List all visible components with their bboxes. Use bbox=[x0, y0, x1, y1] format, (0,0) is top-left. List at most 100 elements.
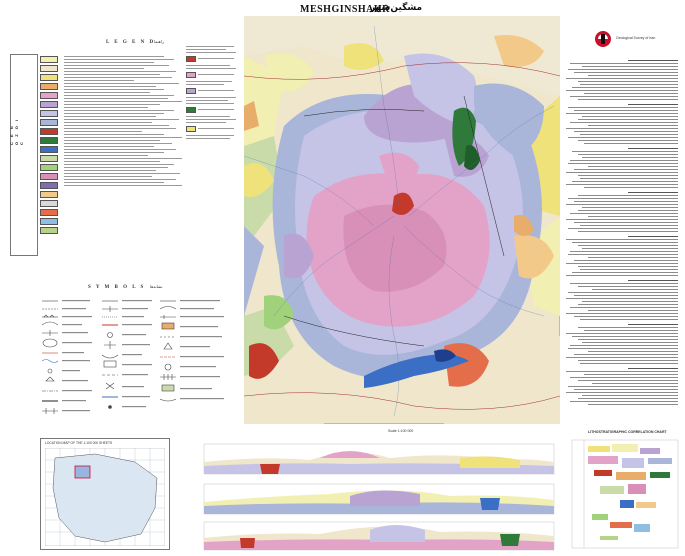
text-line bbox=[574, 201, 678, 202]
text-line bbox=[592, 289, 678, 290]
text-line bbox=[568, 163, 678, 164]
stratigraphic-column: C E N O Z O I C bbox=[9, 54, 38, 256]
text-line bbox=[566, 357, 678, 358]
text-line bbox=[578, 339, 678, 340]
text-line bbox=[578, 175, 678, 176]
legend-swatch bbox=[40, 56, 58, 63]
legend-swatch bbox=[40, 191, 58, 198]
correlation-chart bbox=[571, 439, 679, 549]
text-line bbox=[628, 104, 678, 105]
text-line bbox=[574, 316, 678, 317]
cross-section-c bbox=[203, 521, 555, 551]
legend-swatch bbox=[40, 101, 58, 108]
text-line bbox=[570, 251, 678, 252]
text-line bbox=[592, 383, 678, 384]
text-line bbox=[574, 222, 678, 223]
text-line bbox=[580, 134, 678, 135]
legend-swatch bbox=[40, 173, 58, 180]
text-line bbox=[588, 404, 678, 405]
text-line bbox=[584, 374, 678, 375]
era-label: C E N O Z O I C bbox=[9, 117, 24, 145]
legend-swatch bbox=[40, 146, 58, 153]
text-line bbox=[578, 154, 678, 155]
text-line bbox=[628, 148, 678, 149]
publisher-name: Geological Survey of Iran bbox=[616, 36, 656, 40]
text-line bbox=[574, 110, 678, 111]
text-line bbox=[566, 90, 678, 91]
text-line bbox=[584, 143, 678, 144]
text-line bbox=[572, 272, 678, 273]
legend-swatch bbox=[40, 164, 58, 171]
text-line bbox=[572, 87, 678, 88]
text-line bbox=[578, 380, 678, 381]
text-line bbox=[582, 116, 678, 117]
text-line bbox=[588, 351, 678, 352]
legend-swatch bbox=[40, 227, 58, 234]
text-line bbox=[570, 401, 678, 402]
text-line bbox=[580, 269, 678, 270]
text-line bbox=[584, 187, 678, 188]
text-line bbox=[574, 260, 678, 261]
legend-swatch bbox=[40, 218, 58, 225]
legend-descriptions bbox=[64, 54, 182, 188]
text-line bbox=[570, 63, 678, 64]
legend-swatch bbox=[40, 74, 58, 81]
text-line bbox=[566, 204, 678, 205]
text-line bbox=[588, 125, 678, 126]
legend-swatch bbox=[40, 209, 58, 216]
correlation-chart-panel: LITHOSTRATIGRAPHIC CORRELATION CHART bbox=[570, 430, 680, 550]
cross-sections bbox=[203, 443, 555, 551]
text-line bbox=[566, 78, 678, 79]
text-line bbox=[566, 128, 678, 129]
text-line bbox=[588, 75, 678, 76]
text-line bbox=[570, 377, 678, 378]
legend-panel: L E G E N D راهنما C E N O Z O I C bbox=[4, 40, 240, 275]
legend-swatch bbox=[40, 110, 58, 117]
text-line bbox=[628, 192, 678, 193]
text-line bbox=[566, 313, 678, 314]
text-line bbox=[566, 275, 678, 276]
correlation-chart-title: LITHOSTRATIGRAPHIC CORRELATION CHART bbox=[588, 430, 667, 434]
text-line bbox=[566, 113, 678, 114]
text-line bbox=[566, 172, 678, 173]
text-line bbox=[588, 166, 678, 167]
text-line bbox=[578, 119, 678, 120]
legend-swatch bbox=[40, 83, 58, 90]
legend-swatch bbox=[40, 65, 58, 72]
text-line bbox=[574, 131, 678, 132]
text-line bbox=[570, 345, 678, 346]
text-line bbox=[566, 392, 678, 393]
legend-swatch bbox=[40, 155, 58, 162]
legend-swatch bbox=[40, 200, 58, 207]
legend-swatch bbox=[40, 128, 58, 135]
text-line bbox=[574, 169, 678, 170]
symbols-heading: S Y M B O L S bbox=[88, 285, 146, 290]
text-line bbox=[582, 157, 678, 158]
location-map bbox=[45, 448, 165, 546]
text-line bbox=[628, 324, 678, 325]
location-map-title: LOCATION MAP OF THE 1:100 000 SHEETS bbox=[45, 441, 113, 445]
cross-section-a bbox=[203, 443, 555, 475]
text-line bbox=[578, 231, 678, 232]
publisher-logo-icon bbox=[595, 31, 611, 47]
text-line bbox=[584, 330, 678, 331]
text-line bbox=[574, 72, 678, 73]
legend-heading: L E G E N D bbox=[106, 40, 156, 45]
text-line bbox=[582, 207, 678, 208]
text-line bbox=[578, 266, 678, 267]
text-line bbox=[582, 342, 678, 343]
text-line bbox=[578, 245, 678, 246]
text-line bbox=[572, 336, 678, 337]
text-line bbox=[588, 257, 678, 258]
text-line bbox=[566, 333, 678, 334]
text-line bbox=[566, 219, 678, 220]
text-line bbox=[628, 368, 678, 369]
text-line bbox=[580, 84, 678, 85]
legend-swatch bbox=[40, 92, 58, 99]
text-line bbox=[578, 210, 678, 211]
text-line bbox=[578, 398, 678, 399]
text-line bbox=[570, 96, 678, 97]
map-title-fa: مشگین‌شهر bbox=[370, 3, 423, 13]
text-line bbox=[566, 371, 678, 372]
geological-map[interactable] bbox=[244, 16, 560, 424]
